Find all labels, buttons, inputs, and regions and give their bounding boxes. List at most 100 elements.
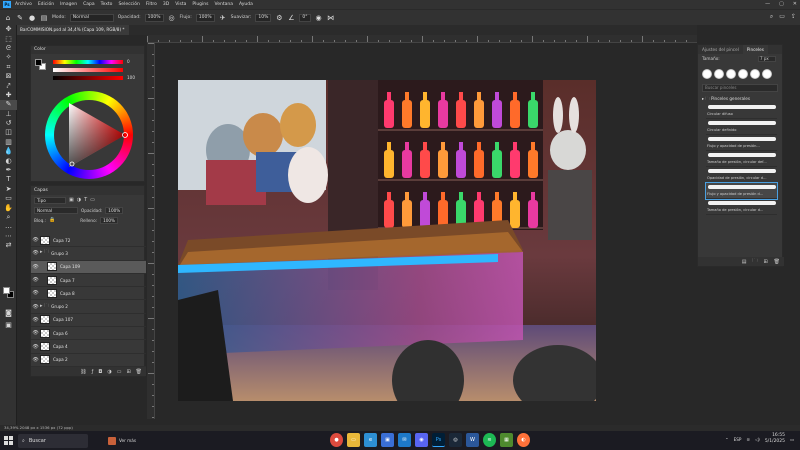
brush-settings-icon[interactable]: ▤ bbox=[40, 14, 48, 22]
brush-tip-6[interactable] bbox=[762, 69, 772, 79]
hand-tool-icon[interactable]: ✋ bbox=[0, 203, 17, 212]
frame-tool-icon[interactable]: ⊠ bbox=[0, 72, 17, 81]
layer-row[interactable]: 👁 Capa 8 bbox=[31, 287, 146, 301]
opacity-field[interactable]: 100% bbox=[144, 13, 164, 22]
angle-field[interactable]: 0° bbox=[299, 13, 311, 22]
smoothing-field[interactable]: 10% bbox=[255, 13, 272, 22]
color-wheel[interactable] bbox=[45, 91, 133, 179]
blend-mode-select[interactable]: Normal bbox=[34, 206, 78, 214]
menu-ventana[interactable]: Ventana bbox=[214, 2, 232, 7]
new-group-icon[interactable]: ▭ bbox=[117, 369, 122, 375]
lock-icon[interactable]: 🔒 bbox=[49, 217, 55, 223]
brush-tip-2[interactable] bbox=[714, 69, 724, 79]
pressure-opacity-icon[interactable]: ◎ bbox=[168, 14, 176, 22]
delete-brush-icon[interactable]: 🗑 bbox=[774, 259, 780, 265]
menu-capa[interactable]: Capa bbox=[83, 2, 95, 7]
new-brush-icon[interactable]: ⊞ bbox=[763, 259, 767, 265]
visibility-eye-icon[interactable]: 👁 bbox=[31, 277, 40, 283]
menu-archivo[interactable]: Archivo bbox=[15, 2, 32, 7]
move-tool-icon[interactable]: ✥ bbox=[0, 25, 17, 34]
layer-row[interactable]: 👁 Capa 6 bbox=[31, 327, 146, 341]
edit-toolbar-icon[interactable]: ⋯ bbox=[0, 232, 17, 241]
flow-field[interactable]: 100% bbox=[195, 13, 215, 22]
color-panel-tab[interactable]: Color bbox=[31, 46, 144, 54]
fill-field[interactable]: 100% bbox=[100, 216, 119, 224]
gradient-tool-icon[interactable]: ▥ bbox=[0, 138, 17, 147]
chrome-icon[interactable]: ● bbox=[330, 433, 343, 447]
color-triangle[interactable] bbox=[45, 91, 133, 179]
workspace-icon[interactable]: ▭ bbox=[779, 13, 785, 21]
horizontal-ruler[interactable] bbox=[147, 35, 697, 43]
taskbar-clock[interactable]: 16:55 5/1/2025 bbox=[765, 433, 785, 445]
visibility-eye-icon[interactable]: 👁 bbox=[31, 317, 40, 323]
folder-icon[interactable]: ▸ 🗀 bbox=[40, 249, 49, 257]
brush-tip-3[interactable] bbox=[726, 69, 736, 79]
eraser-tool-icon[interactable]: ◫ bbox=[0, 128, 17, 137]
layer-row[interactable]: 👁 ▸ 🗀 Grupo 2 bbox=[31, 300, 146, 314]
brush-tip-5[interactable] bbox=[750, 69, 760, 79]
layer-row[interactable]: 👁 Capa 4 bbox=[31, 340, 146, 354]
layer-row[interactable]: 👁 Capa 107 bbox=[31, 314, 146, 328]
eyedropper-tool-icon[interactable]: ⤤ bbox=[0, 81, 17, 90]
tab-brush-settings[interactable]: Ajustes del pincel bbox=[698, 45, 743, 54]
brush-tool-icon[interactable]: ✎ bbox=[16, 14, 24, 22]
menu-edicion[interactable]: Edición bbox=[38, 2, 54, 7]
mode-select[interactable]: Normal bbox=[69, 13, 114, 22]
hue-slider[interactable] bbox=[53, 60, 123, 64]
healing-tool-icon[interactable]: ✚ bbox=[0, 91, 17, 100]
quick-mask-icon[interactable]: ◙ bbox=[0, 309, 17, 318]
volume-icon[interactable]: ◁) bbox=[755, 437, 760, 442]
menu-ayuda[interactable]: Ayuda bbox=[239, 2, 253, 7]
filter-type-icon[interactable]: T bbox=[84, 197, 87, 203]
airbrush-icon[interactable]: ✈ bbox=[219, 14, 227, 22]
brush-tip-4[interactable] bbox=[738, 69, 748, 79]
brush-tool-icon[interactable]: ✎ bbox=[0, 100, 17, 110]
notification-icon[interactable]: ▭ bbox=[790, 437, 794, 442]
document-tab[interactable]: BarCOMMISION.psd al 34,4% (Capa 109, RGB… bbox=[17, 25, 129, 35]
visibility-eye-icon[interactable]: 👁 bbox=[31, 357, 40, 363]
brush-item[interactable]: Tamaño de presión, circular def... bbox=[706, 151, 777, 167]
layer-row[interactable]: 👁 Capa 109 bbox=[31, 260, 146, 274]
angle-icon[interactable]: ∠ bbox=[287, 14, 295, 22]
close-button[interactable]: ✕ bbox=[793, 1, 797, 7]
path-selection-icon[interactable]: ➤ bbox=[0, 185, 17, 194]
filter-adjust-icon[interactable]: ◑ bbox=[77, 197, 81, 203]
home-icon[interactable]: ⌂ bbox=[4, 14, 12, 22]
visibility-eye-icon[interactable]: 👁 bbox=[31, 237, 40, 243]
menu-3d[interactable]: 3D bbox=[163, 2, 169, 7]
filter-pixel-icon[interactable]: ▣ bbox=[69, 197, 74, 203]
brightness-value[interactable]: 100 bbox=[127, 75, 135, 80]
foreground-color-swatch[interactable] bbox=[3, 287, 10, 294]
visibility-eye-icon[interactable]: 👁 bbox=[31, 264, 40, 270]
visibility-eye-icon[interactable]: 👁 bbox=[31, 330, 40, 336]
visibility-eye-icon[interactable]: 👁 bbox=[31, 304, 40, 310]
brush-item[interactable]: Circular difuso bbox=[706, 103, 777, 119]
layer-filter-select[interactable]: Tipo bbox=[34, 196, 66, 204]
menu-filtro[interactable]: Filtro bbox=[146, 2, 157, 7]
brush-search-input[interactable]: Buscar pinceles bbox=[702, 84, 778, 92]
new-layer-icon[interactable]: ⊞ bbox=[126, 369, 130, 375]
color-panel-foreground-swatch[interactable] bbox=[35, 59, 42, 66]
fx-icon[interactable]: ƒ bbox=[92, 369, 94, 375]
brush-item[interactable]: Circular definido bbox=[706, 119, 777, 135]
crop-tool-icon[interactable]: ⌗ bbox=[0, 63, 17, 72]
menu-plugins[interactable]: Plugins bbox=[192, 2, 208, 7]
gear-icon[interactable]: ⚙ bbox=[275, 14, 283, 22]
brush-preset-icon[interactable]: ● bbox=[28, 14, 36, 22]
discord-icon[interactable]: ◉ bbox=[415, 433, 428, 447]
symmetry-icon[interactable]: ⋈ bbox=[327, 14, 335, 22]
screen-mode-icon[interactable]: ▣ bbox=[0, 321, 17, 330]
new-brush-group-icon[interactable]: 🗀 bbox=[752, 258, 757, 266]
link-layers-icon[interactable]: ⛓ bbox=[80, 369, 86, 375]
adjustment-icon[interactable]: ◑ bbox=[107, 369, 111, 375]
layer-row[interactable]: 👁 ▸ 🗀 Grupo 3 bbox=[31, 247, 146, 261]
layer-opacity-field[interactable]: 100% bbox=[105, 206, 124, 214]
brush-tip-1[interactable] bbox=[702, 69, 712, 79]
word-icon[interactable]: W bbox=[466, 433, 479, 447]
steam-icon[interactable]: ◎ bbox=[449, 433, 462, 447]
language-indicator[interactable]: ESP bbox=[734, 437, 742, 442]
wifi-icon[interactable]: ≋ bbox=[746, 437, 750, 442]
filter-shape-icon[interactable]: ▭ bbox=[90, 197, 95, 203]
stamp-tool-icon[interactable]: ⊥ bbox=[0, 110, 17, 119]
firefox-icon[interactable]: ◐ bbox=[517, 433, 530, 447]
